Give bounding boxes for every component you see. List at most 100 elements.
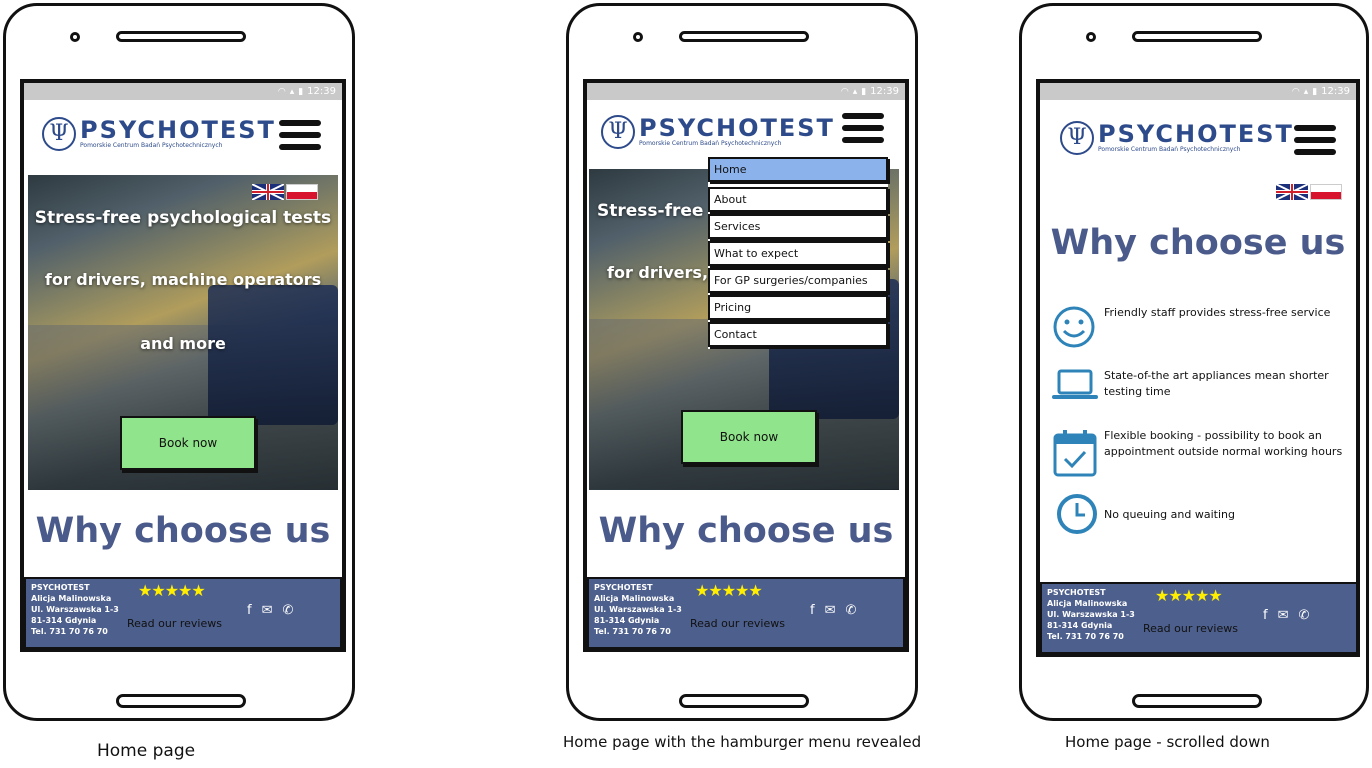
mail-icon[interactable]: ✉ xyxy=(1278,608,1289,623)
screen: ◠ ▴ ▮ 12:39 Ψ PSYCHOTEST Pomorskie Centrum … xyxy=(583,79,909,652)
wifi-icon: ◠ xyxy=(840,87,849,97)
feature-appliances: State-of-the art appliances mean shorter… xyxy=(1052,368,1352,406)
hero-subline-2: and more xyxy=(140,334,226,353)
smiley-icon xyxy=(1052,305,1098,353)
home-button[interactable] xyxy=(1132,694,1262,708)
wifi-icon: ◠ xyxy=(277,87,286,97)
logo[interactable]: Ψ PSYCHOTEST Pomorskie Centrum Badań Psy… xyxy=(601,115,835,149)
status-time: 12:39 xyxy=(1321,86,1350,97)
phone-icon[interactable]: ✆ xyxy=(282,603,293,618)
laptop-icon xyxy=(1052,368,1098,406)
phone-icon[interactable]: ✆ xyxy=(845,603,856,618)
feature-text: Friendly staff provides stress-free serv… xyxy=(1104,306,1331,319)
camera-icon xyxy=(70,32,80,42)
facebook-icon[interactable]: f xyxy=(810,603,815,618)
caption-home-page: Home page xyxy=(97,741,196,761)
feature-flexible-booking: Flexible booking - possibility to book a… xyxy=(1052,428,1352,482)
menu-item-home[interactable]: Home xyxy=(708,157,888,182)
phone-mockup-menu: ◠ ▴ ▮ 12:39 Ψ PSYCHOTEST Pomorskie Centrum … xyxy=(566,3,918,721)
hamburger-menu-icon[interactable] xyxy=(842,113,884,149)
mail-icon[interactable]: ✉ xyxy=(262,603,273,618)
language-switcher xyxy=(252,184,318,200)
feature-no-queuing: No queuing and waiting xyxy=(1056,493,1352,539)
screen: ◠ ▴ ▮ 12:39 Ψ PSYCHOTEST Pomorskie Centrum … xyxy=(20,79,346,652)
footer-address: PSYCHOTEST Alicja Malinowska Ul. Warszawsk… xyxy=(594,583,682,636)
caption-scrolled-down: Home page - scrolled down xyxy=(1065,733,1270,751)
wifi-icon: ◠ xyxy=(1291,87,1300,97)
clock-icon xyxy=(1056,493,1102,539)
signal-icon: ▴ xyxy=(289,87,295,97)
read-reviews-link[interactable]: Read our reviews xyxy=(690,617,785,630)
battery-icon: ▮ xyxy=(1312,87,1318,97)
hero-subline: for drivers, machine operators xyxy=(44,270,322,289)
signal-icon: ▴ xyxy=(852,87,858,97)
facebook-icon[interactable]: f xyxy=(1263,608,1268,623)
hero-headline: Stress-free psychological tests xyxy=(34,208,332,228)
footer-address: PSYCHOTEST Alicja Malinowska Ul. Warszawsk… xyxy=(31,583,119,636)
camera-icon xyxy=(633,32,643,42)
psi-logo-icon: Ψ xyxy=(1060,121,1094,155)
menu-item-about[interactable]: About xyxy=(708,187,888,212)
status-bar: ◠ ▴ ▮ 12:39 xyxy=(24,83,342,100)
logo[interactable]: Ψ PSYCHOTEST Pomorskie Centrum Badań Psy… xyxy=(1060,121,1294,155)
brand-name: PSYCHOTEST xyxy=(639,114,835,142)
psi-logo-icon: Ψ xyxy=(601,115,635,149)
caption-menu-revealed: Home page with the hamburger menu reveal… xyxy=(563,733,922,751)
camera-icon xyxy=(1086,32,1096,42)
rating-stars: ★★★★★ xyxy=(138,581,206,600)
phone-icon[interactable]: ✆ xyxy=(1298,608,1309,623)
battery-icon: ▮ xyxy=(298,87,304,97)
read-reviews-link[interactable]: Read our reviews xyxy=(1143,622,1238,635)
logo[interactable]: Ψ PSYCHOTEST Pomorskie Centrum Badań Psy… xyxy=(42,117,276,151)
footer-address: PSYCHOTEST Alicja Malinowska Ul. Warszawsk… xyxy=(1047,588,1135,641)
footer: PSYCHOTEST Alicja Malinowska Ul. Warszawsk… xyxy=(24,577,342,648)
feature-text: State-of-the art appliances mean shorter… xyxy=(1104,369,1329,398)
hamburger-menu-icon[interactable] xyxy=(1294,125,1336,161)
language-switcher xyxy=(1276,184,1342,200)
book-now-button[interactable]: Book now xyxy=(681,410,817,464)
hero-banner: Stress-free psychological tests for driv… xyxy=(28,175,338,490)
menu-item-what-to-expect[interactable]: What to expect xyxy=(708,241,888,266)
status-time: 12:39 xyxy=(307,86,336,97)
status-bar: ◠ ▴ ▮ 12:39 xyxy=(1040,83,1356,100)
feature-text: Flexible booking - possibility to book a… xyxy=(1104,429,1343,458)
why-choose-us-heading: Why choose us xyxy=(1050,223,1346,263)
feature-friendly-staff: Friendly staff provides stress-free serv… xyxy=(1052,305,1352,353)
brand-name: PSYCHOTEST xyxy=(1098,120,1294,148)
menu-item-contact[interactable]: Contact xyxy=(708,322,888,347)
footer: PSYCHOTEST Alicja Malinowska Ul. Warszawsk… xyxy=(587,577,905,648)
book-now-button[interactable]: Book now xyxy=(120,416,256,470)
psi-logo-icon: Ψ xyxy=(42,117,76,151)
menu-item-pricing[interactable]: Pricing xyxy=(708,295,888,320)
brand-name: PSYCHOTEST xyxy=(80,116,276,144)
english-flag-icon[interactable] xyxy=(252,184,284,200)
signal-icon: ▴ xyxy=(1303,87,1309,97)
facebook-icon[interactable]: f xyxy=(247,603,252,618)
hamburger-menu-icon[interactable] xyxy=(279,120,321,156)
screen: ◠ ▴ ▮ 12:39 Ψ PSYCHOTEST Pomorskie Centrum … xyxy=(1036,79,1360,657)
social-links: f ✉ ✆ xyxy=(247,603,293,618)
why-choose-us-heading: Why choose us xyxy=(598,511,894,551)
social-links: f ✉ ✆ xyxy=(1263,608,1309,623)
rating-stars: ★★★★★ xyxy=(695,581,763,600)
mail-icon[interactable]: ✉ xyxy=(825,603,836,618)
polish-flag-icon[interactable] xyxy=(286,184,318,200)
calendar-icon xyxy=(1052,428,1098,482)
home-button[interactable] xyxy=(116,694,246,708)
read-reviews-link[interactable]: Read our reviews xyxy=(127,617,222,630)
menu-item-gp-surgeries[interactable]: For GP surgeries/companies xyxy=(708,268,888,293)
polish-flag-icon[interactable] xyxy=(1310,184,1342,200)
feature-text: No queuing and waiting xyxy=(1104,508,1235,521)
status-time: 12:39 xyxy=(870,86,899,97)
home-button[interactable] xyxy=(679,694,809,708)
status-bar: ◠ ▴ ▮ 12:39 xyxy=(587,83,905,100)
speaker-grille xyxy=(116,31,246,42)
phone-mockup-scrolled: ◠ ▴ ▮ 12:39 Ψ PSYCHOTEST Pomorskie Centrum … xyxy=(1019,3,1369,721)
footer: PSYCHOTEST Alicja Malinowska Ul. Warszawsk… xyxy=(1040,582,1356,653)
menu-item-services[interactable]: Services xyxy=(708,214,888,239)
speaker-grille xyxy=(679,31,809,42)
speaker-grille xyxy=(1132,31,1262,42)
english-flag-icon[interactable] xyxy=(1276,184,1308,200)
social-links: f ✉ ✆ xyxy=(810,603,856,618)
phone-mockup-home: ◠ ▴ ▮ 12:39 Ψ PSYCHOTEST Pomorskie Centrum … xyxy=(3,3,355,721)
